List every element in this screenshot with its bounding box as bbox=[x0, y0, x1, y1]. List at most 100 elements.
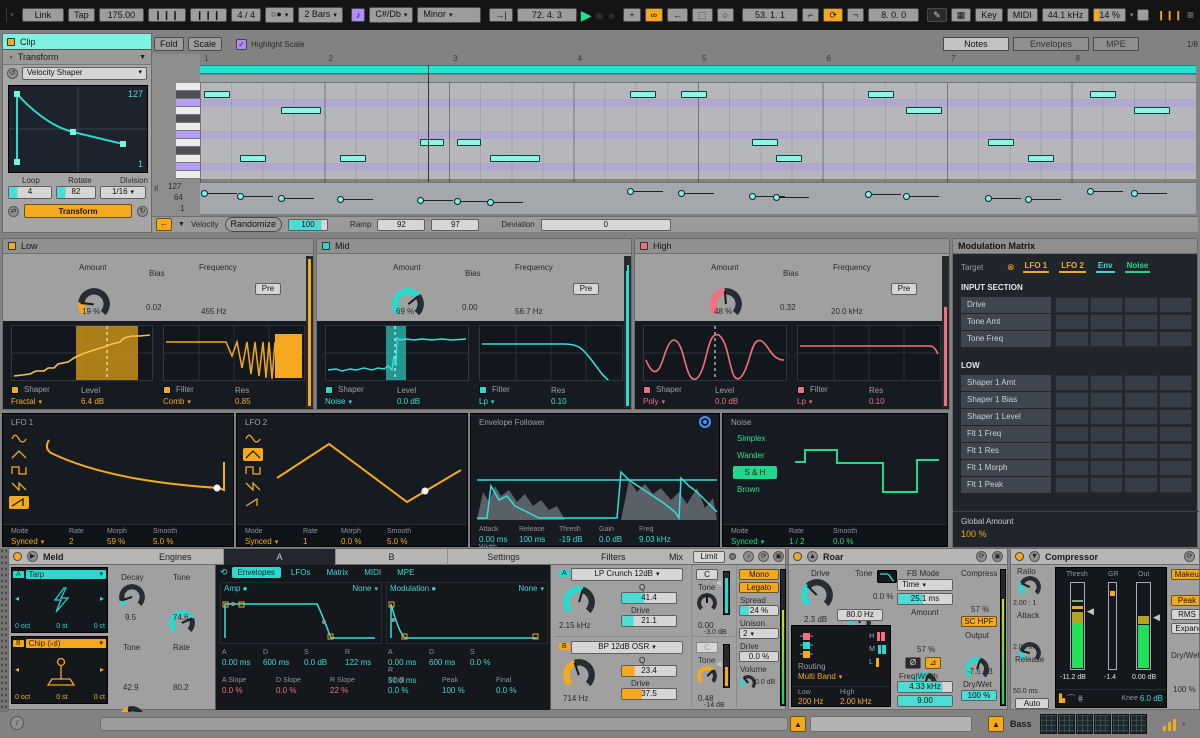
next-engine-arrow[interactable]: ▸ bbox=[100, 594, 104, 603]
next-engine-arrow[interactable]: ▸ bbox=[100, 665, 104, 674]
nav-lfos[interactable]: LFOs bbox=[285, 567, 317, 578]
filter-type-menu[interactable]: Lp bbox=[797, 397, 812, 406]
param-value[interactable]: 122 ms bbox=[345, 658, 386, 667]
param-value[interactable]: 0.0 dB bbox=[599, 535, 639, 544]
matrix-cell[interactable] bbox=[1159, 314, 1192, 330]
filter-toggle[interactable] bbox=[163, 386, 171, 394]
matrix-source-noise[interactable]: Noise bbox=[1125, 261, 1151, 273]
info-icon[interactable]: i bbox=[10, 716, 24, 730]
midi-note[interactable] bbox=[988, 139, 1014, 146]
matrix-source-env[interactable]: Env bbox=[1096, 261, 1115, 273]
piano-key[interactable] bbox=[176, 99, 200, 107]
filter-a-badge[interactable]: A bbox=[559, 570, 570, 577]
meter-view-icon[interactable] bbox=[1162, 718, 1178, 731]
global-amount-value[interactable]: 100 % bbox=[961, 529, 987, 539]
rms-button[interactable]: RMS bbox=[1171, 609, 1200, 620]
computer-midi-keyboard-button[interactable]: ▦ bbox=[951, 8, 972, 23]
loop-count-field[interactable]: 4 bbox=[8, 186, 52, 199]
stop-button[interactable]: ■ bbox=[596, 9, 604, 22]
mix-b-level-slider[interactable] bbox=[723, 644, 730, 688]
param-value[interactable]: 0.0 dB bbox=[304, 658, 345, 667]
midi-note[interactable] bbox=[240, 155, 266, 162]
spread-field[interactable]: 24 % bbox=[739, 605, 779, 616]
modulation-envelope[interactable]: Modulation ● None bbox=[386, 582, 548, 644]
shaper-display[interactable] bbox=[11, 325, 153, 381]
drive-knob[interactable] bbox=[801, 579, 833, 611]
morph-value[interactable]: 0.0 % bbox=[341, 537, 361, 546]
osc-b-semi[interactable]: 0 st bbox=[56, 694, 67, 701]
hot-swap-icon[interactable]: ⟳ bbox=[1184, 551, 1195, 562]
piano-keys[interactable] bbox=[176, 83, 200, 179]
roar-title-bar[interactable]: ▲ Roar ⟳ ▣ bbox=[788, 548, 1008, 565]
highlight-scale-checkbox[interactable]: ✓ bbox=[236, 39, 247, 50]
chain-mini-display[interactable] bbox=[810, 716, 972, 732]
mixer-view-icon[interactable]: ❙❙❙ bbox=[1157, 10, 1183, 21]
mode-menu[interactable]: Synced bbox=[245, 537, 278, 546]
sine-icon[interactable] bbox=[243, 432, 263, 445]
noise-mode-brown[interactable]: Brown bbox=[733, 483, 777, 496]
matrix-cell[interactable] bbox=[1124, 443, 1157, 459]
transform-section-header[interactable]: ◔ Transform ▼ bbox=[3, 50, 151, 65]
matrix-source-lfo1[interactable]: LFO 1 bbox=[1023, 261, 1050, 273]
res-value[interactable]: 0.10 bbox=[551, 397, 567, 406]
shaper-display[interactable] bbox=[643, 325, 787, 381]
pre-button[interactable]: Pre bbox=[891, 283, 917, 295]
piano-key[interactable] bbox=[176, 163, 200, 171]
piano-key[interactable] bbox=[176, 131, 200, 139]
nudge-up-button[interactable]: ❙❙❙ bbox=[190, 8, 228, 23]
matrix-cell[interactable] bbox=[1159, 297, 1192, 313]
piano-key[interactable] bbox=[176, 115, 200, 123]
filter-b-type-menu[interactable]: BP 12dB OSR bbox=[571, 641, 683, 654]
mix-b-tone-knob[interactable] bbox=[697, 666, 717, 686]
amp-route-menu[interactable]: None bbox=[352, 584, 378, 593]
loop-button[interactable]: ⟳ bbox=[823, 8, 843, 23]
groove-amount-menu[interactable]: ○● bbox=[265, 7, 294, 22]
link-button[interactable]: Link bbox=[22, 8, 65, 23]
triangle-icon[interactable] bbox=[243, 448, 263, 461]
routing-menu[interactable]: Multi Band bbox=[798, 672, 842, 681]
fb-mode-menu[interactable]: Time bbox=[897, 579, 953, 591]
matrix-cell[interactable] bbox=[1055, 477, 1088, 493]
matrix-cell[interactable] bbox=[1124, 426, 1157, 442]
ratio-knob[interactable] bbox=[1019, 576, 1041, 598]
fb-time-field[interactable]: 25.1 ms bbox=[897, 593, 953, 605]
thresh-value[interactable]: -11.2 dB bbox=[1060, 674, 1086, 681]
noise-mode-wander[interactable]: Wander bbox=[733, 449, 777, 462]
draw-mode-button[interactable]: ✎ bbox=[927, 8, 947, 23]
noise-display[interactable] bbox=[791, 430, 943, 522]
filter-display[interactable] bbox=[479, 325, 623, 381]
piano-key[interactable] bbox=[176, 171, 200, 179]
save-preset-icon[interactable]: ▣ bbox=[992, 551, 1003, 562]
amp-envelope[interactable]: Amp ● None bbox=[220, 582, 382, 644]
save-preset-icon[interactable]: ▣ bbox=[773, 551, 784, 562]
clip-color-swatch[interactable] bbox=[7, 38, 15, 46]
pre-button[interactable]: Pre bbox=[573, 283, 599, 295]
mode-menu[interactable]: Synced bbox=[11, 537, 44, 546]
band-activator[interactable] bbox=[640, 242, 648, 250]
track-fold-button[interactable]: ▲ bbox=[988, 716, 1004, 732]
volume-knob[interactable] bbox=[740, 675, 756, 691]
filter-type-menu[interactable]: Comb bbox=[163, 397, 191, 406]
time-signature-field[interactable]: 4 / 4 bbox=[231, 8, 261, 23]
filter-a-freq-knob[interactable] bbox=[563, 586, 595, 618]
morph-value[interactable]: 59 % bbox=[107, 537, 125, 546]
beat-time-ruler[interactable]: 12345678 bbox=[200, 54, 1196, 65]
scale-root-menu[interactable]: C#/Db bbox=[369, 7, 413, 22]
osc-a-cent[interactable]: 0 ct bbox=[94, 623, 105, 630]
global-drive-field[interactable]: 0.0 % bbox=[739, 651, 779, 662]
midi-note[interactable] bbox=[681, 91, 707, 98]
cpu-menu-arrow[interactable]: ▾ bbox=[1130, 11, 1134, 19]
phase-invert-button[interactable]: Ø bbox=[905, 657, 921, 669]
param-value[interactable]: 0.0 % bbox=[496, 686, 550, 695]
new-midi-button[interactable]: + bbox=[623, 8, 640, 23]
meld-title-bar[interactable]: ▶ Meld Engines ABSettings Filters Mix Li… bbox=[8, 548, 786, 565]
device-on-toggle[interactable] bbox=[1015, 552, 1024, 561]
meter-menu-arrow[interactable]: ▾ bbox=[1182, 720, 1186, 728]
matrix-cell[interactable] bbox=[1159, 375, 1192, 391]
filter-display[interactable] bbox=[163, 325, 305, 381]
tab-envelopes[interactable]: Envelopes bbox=[1013, 37, 1089, 52]
ramp-down-icon[interactable] bbox=[243, 480, 263, 493]
arrangement-position-field[interactable]: 72. 4. 3 bbox=[517, 8, 577, 23]
hot-swap-icon[interactable]: ⟳ bbox=[758, 551, 769, 562]
res-value[interactable]: 0.85 bbox=[235, 397, 251, 406]
